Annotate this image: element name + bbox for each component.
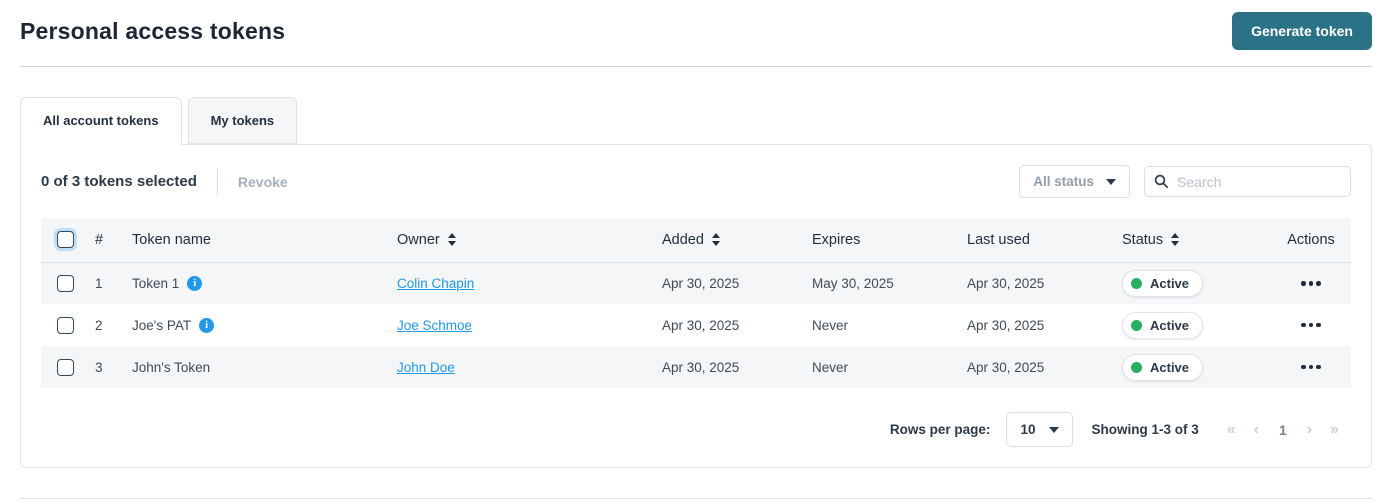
row-actions-button[interactable]: [1299, 317, 1323, 334]
column-header-last-used: Last used: [961, 218, 1116, 263]
search-icon: [1154, 174, 1169, 194]
tab-all-account-tokens[interactable]: All account tokens: [20, 97, 182, 145]
header-divider: [20, 66, 1372, 67]
row-checkbox[interactable]: [57, 274, 74, 292]
rows-per-page-value: 10: [1020, 422, 1036, 437]
selection-count-text: 0 of 3 tokens selected: [41, 173, 197, 190]
revoke-button[interactable]: Revoke: [238, 174, 288, 190]
added-date: Apr 30, 2025: [662, 275, 740, 291]
token-name: John's Token: [132, 359, 211, 375]
token-name: Joe's PAT: [132, 317, 192, 333]
column-header-status[interactable]: Status: [1116, 218, 1271, 263]
status-dot-icon: [1131, 277, 1142, 289]
showing-range-text: Showing 1-3 of 3: [1091, 422, 1199, 437]
search-input[interactable]: [1144, 166, 1351, 197]
column-header-actions: Actions: [1271, 218, 1351, 263]
page-title: Personal access tokens: [20, 17, 286, 44]
row-number: 2: [95, 317, 103, 333]
generate-token-button[interactable]: Generate token: [1232, 12, 1372, 50]
status-dot-icon: [1131, 319, 1142, 331]
row-number: 1: [95, 275, 103, 291]
last-page-button[interactable]: »: [1326, 421, 1343, 439]
table-row: 3 John's Token John Doe Apr 30, 2025 Nev…: [41, 346, 1351, 388]
table-row: 2 Joe's PAT i Joe Schmoe Apr 30, 2025 Nev…: [41, 304, 1351, 346]
row-checkbox[interactable]: [57, 316, 74, 334]
last-used-date: Apr 30, 2025: [967, 275, 1045, 291]
owner-link[interactable]: Joe Schmoe: [397, 318, 472, 333]
status-badge: Active: [1122, 311, 1204, 339]
column-header-owner[interactable]: Owner: [391, 218, 656, 263]
added-date: Apr 30, 2025: [662, 359, 740, 375]
row-actions-button[interactable]: [1299, 275, 1323, 292]
sort-arrows-icon[interactable]: [1171, 233, 1180, 247]
column-header-added[interactable]: Added: [656, 218, 806, 263]
added-date: Apr 30, 2025: [662, 317, 740, 333]
chevron-down-icon: [1106, 178, 1116, 185]
pagination-bar: Rows per page: 10 Showing 1-3 of 3 « ‹ 1…: [41, 412, 1351, 447]
table-toolbar: 0 of 3 tokens selected Revoke All status: [41, 165, 1351, 198]
status-filter-select[interactable]: All status: [1019, 165, 1130, 198]
status-filter-value: All status: [1033, 174, 1094, 189]
last-used-date: Apr 30, 2025: [967, 359, 1045, 375]
tokens-table: # Token name Owner Added Expires Last us…: [41, 218, 1351, 388]
info-icon[interactable]: i: [199, 317, 215, 333]
row-checkbox[interactable]: [57, 358, 74, 376]
page-navigation: « ‹ 1 › »: [1223, 421, 1343, 439]
toolbar-divider: [216, 168, 218, 195]
expires-date: Never: [812, 317, 849, 333]
filter-controls: All status: [1019, 165, 1351, 198]
owner-link[interactable]: Colin Chapin: [397, 276, 474, 291]
row-actions-button[interactable]: [1299, 359, 1323, 376]
row-number: 3: [95, 359, 103, 375]
status-badge: Active: [1122, 353, 1204, 381]
column-header-expires: Expires: [806, 218, 961, 263]
first-page-button[interactable]: «: [1223, 421, 1240, 439]
tab-bar: All account tokens My tokens: [20, 97, 1372, 145]
last-used-date: Apr 30, 2025: [967, 317, 1045, 333]
page-number-button[interactable]: 1: [1273, 422, 1293, 438]
rows-per-page-label: Rows per page:: [889, 422, 991, 437]
info-icon[interactable]: i: [187, 275, 203, 291]
previous-page-button[interactable]: ‹: [1250, 421, 1263, 439]
table-header-row: # Token name Owner Added Expires Last us…: [41, 218, 1351, 263]
sort-arrows-icon[interactable]: [711, 233, 720, 247]
status-badge: Active: [1122, 269, 1204, 297]
status-dot-icon: [1131, 361, 1142, 373]
tab-my-tokens[interactable]: My tokens: [187, 97, 298, 144]
page-bottom-divider: [20, 498, 1372, 499]
page-header: Personal access tokens Generate token: [20, 0, 1372, 50]
select-all-checkbox[interactable]: [57, 231, 74, 249]
token-name: Token 1: [132, 275, 180, 291]
tokens-panel: 0 of 3 tokens selected Revoke All status: [20, 144, 1372, 468]
next-page-button[interactable]: ›: [1303, 421, 1316, 439]
column-header-token-name: Token name: [126, 218, 391, 263]
search-container: [1144, 166, 1351, 197]
selection-controls: 0 of 3 tokens selected Revoke: [41, 168, 288, 195]
chevron-down-icon: [1049, 426, 1060, 433]
expires-date: Never: [812, 359, 849, 375]
table-row: 1 Token 1 i Colin Chapin Apr 30, 2025 May…: [41, 262, 1351, 304]
column-header-num: #: [89, 218, 126, 263]
rows-per-page-select[interactable]: 10: [1006, 412, 1074, 447]
page: Personal access tokens Generate token Al…: [0, 0, 1390, 499]
owner-link[interactable]: John Doe: [397, 360, 455, 375]
expires-date: May 30, 2025: [812, 275, 894, 291]
sort-arrows-icon[interactable]: [447, 233, 456, 247]
